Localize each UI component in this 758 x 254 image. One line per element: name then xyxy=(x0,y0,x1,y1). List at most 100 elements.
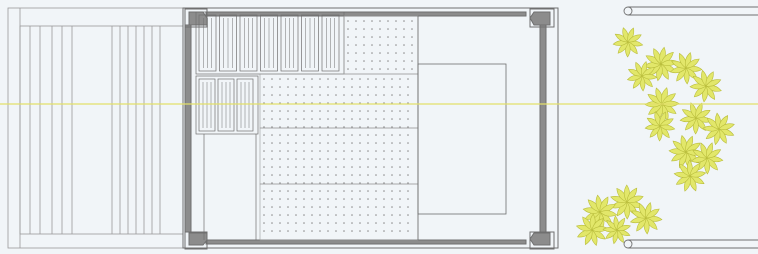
perforation-dot xyxy=(327,182,329,184)
perforation-dot xyxy=(383,126,385,128)
perforation-dot xyxy=(363,60,365,62)
perforation-dot xyxy=(359,134,361,136)
perforation-dot xyxy=(407,78,409,80)
perforation-dot xyxy=(327,174,329,176)
perforation-dot xyxy=(303,110,305,112)
perforation-dot xyxy=(351,158,353,160)
perforation-dot xyxy=(399,214,401,216)
perforation-dot xyxy=(399,78,401,80)
perforation-dot xyxy=(399,86,401,88)
perforation-dot xyxy=(379,44,381,46)
perforation-dot xyxy=(303,78,305,80)
perforation-dot xyxy=(295,142,297,144)
perforation-dot xyxy=(303,166,305,168)
perforation-dot xyxy=(367,206,369,208)
perforation-dot xyxy=(407,166,409,168)
perforation-dot xyxy=(327,110,329,112)
perforation-dot xyxy=(367,190,369,192)
perforation-dot xyxy=(391,118,393,120)
perforation-dot xyxy=(399,198,401,200)
perforation-dot xyxy=(287,142,289,144)
perforation-dot xyxy=(355,28,357,30)
perforation-dot xyxy=(319,126,321,128)
perforation-dot xyxy=(387,44,389,46)
perforation-dot xyxy=(335,190,337,192)
perforation-dot xyxy=(351,174,353,176)
perforation-dot xyxy=(367,134,369,136)
perforation-dot xyxy=(287,206,289,208)
perforation-dot xyxy=(335,134,337,136)
perforation-dot xyxy=(399,126,401,128)
perforation-dot xyxy=(319,206,321,208)
perforation-dot xyxy=(399,230,401,232)
perforation-dot xyxy=(343,134,345,136)
perforation-dot xyxy=(375,118,377,120)
perforation-dot xyxy=(351,190,353,192)
perforation-dot xyxy=(359,166,361,168)
perforation-dot xyxy=(327,158,329,160)
perforation-dot xyxy=(347,28,349,30)
perforation-dot xyxy=(383,86,385,88)
perforation-dot xyxy=(371,60,373,62)
perforation-dot xyxy=(375,222,377,224)
perforation-dot xyxy=(383,190,385,192)
perforation-dot xyxy=(391,206,393,208)
perforation-dot xyxy=(387,52,389,54)
perforation-dot xyxy=(295,110,297,112)
perforation-dot xyxy=(355,36,357,38)
perforation-dot xyxy=(403,52,405,54)
perforation-dot xyxy=(383,222,385,224)
perforation-dot xyxy=(367,94,369,96)
perforation-dot xyxy=(271,150,273,152)
perforation-dot xyxy=(279,190,281,192)
perforation-dot xyxy=(351,222,353,224)
perforation-dot xyxy=(383,158,385,160)
perforation-dot xyxy=(359,94,361,96)
perforation-dot xyxy=(327,134,329,136)
perforation-dot xyxy=(343,190,345,192)
perforation-dot xyxy=(319,142,321,144)
perforation-dot xyxy=(327,150,329,152)
perforation-dot xyxy=(355,68,357,70)
perforation-dot xyxy=(395,20,397,22)
perforation-dot xyxy=(263,214,265,216)
perforation-dot xyxy=(379,52,381,54)
perforation-dot xyxy=(359,118,361,120)
perforation-dot xyxy=(411,44,413,46)
perforation-dot xyxy=(403,60,405,62)
perforation-dot xyxy=(375,142,377,144)
perforation-dot xyxy=(303,198,305,200)
perforation-dot xyxy=(411,20,413,22)
perforation-dot xyxy=(287,222,289,224)
perforation-dot xyxy=(319,230,321,232)
perforation-dot xyxy=(319,198,321,200)
perforation-dot xyxy=(391,150,393,152)
perforation-dot xyxy=(383,166,385,168)
perforation-dot xyxy=(383,150,385,152)
perforation-dot xyxy=(279,174,281,176)
perforation-dot xyxy=(327,230,329,232)
perforation-dot xyxy=(407,94,409,96)
perforation-dot xyxy=(327,94,329,96)
perforation-dot xyxy=(355,20,357,22)
floor-plan-drawing xyxy=(0,0,758,254)
perforation-dot xyxy=(263,78,265,80)
perforation-dot xyxy=(311,206,313,208)
perforation-dot xyxy=(271,174,273,176)
perforation-dot xyxy=(335,182,337,184)
perforation-dot xyxy=(375,94,377,96)
perforation-dot xyxy=(279,214,281,216)
perforation-dot xyxy=(335,86,337,88)
perforation-dot xyxy=(263,174,265,176)
perforation-dot xyxy=(383,230,385,232)
perforation-dot xyxy=(359,126,361,128)
perforation-dot xyxy=(271,110,273,112)
perforation-dot xyxy=(311,230,313,232)
perforation-dot xyxy=(263,198,265,200)
perforation-dot xyxy=(367,118,369,120)
perforation-dot xyxy=(303,230,305,232)
perforation-dot xyxy=(311,78,313,80)
perforation-dot xyxy=(407,110,409,112)
perforation-dot xyxy=(383,214,385,216)
perforation-dot xyxy=(343,150,345,152)
